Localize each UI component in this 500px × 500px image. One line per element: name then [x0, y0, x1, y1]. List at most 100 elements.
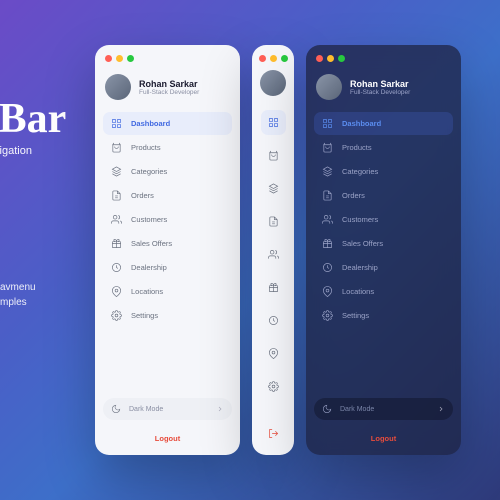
bag-icon: [268, 150, 279, 161]
minimize-dot[interactable]: [116, 55, 123, 62]
nav-item-pin[interactable]: [261, 341, 286, 366]
close-dot[interactable]: [316, 55, 323, 62]
nav-item-gear[interactable]: Settings: [103, 304, 232, 327]
nav-label: Dashboard: [342, 119, 381, 128]
nav-label: Settings: [342, 311, 369, 320]
nav-item-bag[interactable]: [261, 143, 286, 168]
nav-label: Categories: [131, 167, 167, 176]
nav-item-layers[interactable]: [261, 176, 286, 201]
pin-icon: [322, 286, 333, 297]
nav-label: Settings: [131, 311, 158, 320]
file-icon: [111, 190, 122, 201]
nav-item-layers[interactable]: Categories: [103, 160, 232, 183]
gift-icon: [268, 282, 279, 293]
gift-icon: [322, 238, 333, 249]
nav-list: Dashboard Products Categories Orders Custome…: [306, 112, 461, 392]
hero-title: eBar: [0, 95, 66, 143]
sidebar-dark: Rohan Sarkar Full-Stack Developer Dashbo…: [306, 45, 461, 455]
window-controls: [306, 55, 461, 70]
window-controls: [95, 55, 240, 70]
nav-item-clock[interactable]: Dealership: [103, 256, 232, 279]
profile-name: Rohan Sarkar: [350, 79, 410, 89]
nav-item-grid[interactable]: Dashboard: [314, 112, 453, 135]
maximize-dot[interactable]: [338, 55, 345, 62]
nav-item-file[interactable]: Orders: [103, 184, 232, 207]
nav-item-gear[interactable]: Settings: [314, 304, 453, 327]
nav-item-gift[interactable]: [261, 275, 286, 300]
nav-item-users[interactable]: [261, 242, 286, 267]
nav-item-clock[interactable]: Dealership: [314, 256, 453, 279]
moon-icon: [111, 404, 121, 414]
clock-icon: [322, 262, 333, 273]
maximize-dot[interactable]: [127, 55, 134, 62]
nav-item-gift[interactable]: Sales Offers: [103, 232, 232, 255]
nav-list: [261, 110, 286, 428]
nav-item-file[interactable]: Orders: [314, 184, 453, 207]
nav-label: Locations: [342, 287, 374, 296]
minimize-dot[interactable]: [327, 55, 334, 62]
gear-icon: [322, 310, 333, 321]
nav-label: Dealership: [131, 263, 167, 272]
nav-item-users[interactable]: Customers: [103, 208, 232, 231]
close-dot[interactable]: [259, 55, 266, 62]
nav-item-gift[interactable]: Sales Offers: [314, 232, 453, 255]
clock-icon: [268, 315, 279, 326]
chevron-right-icon: [216, 405, 224, 413]
nav-label: Customers: [342, 215, 378, 224]
layers-icon: [322, 166, 333, 177]
darkmode-toggle[interactable]: Dark Mode: [314, 398, 453, 420]
darkmode-label: Dark Mode: [340, 406, 429, 413]
pin-icon: [111, 286, 122, 297]
logout-button[interactable]: Logout: [95, 426, 240, 445]
maximize-dot[interactable]: [281, 55, 288, 62]
hero-subtitle: Navigation: [0, 145, 66, 157]
nav-item-bag[interactable]: Products: [314, 136, 453, 159]
nav-item-users[interactable]: Customers: [314, 208, 453, 231]
gear-icon: [268, 381, 279, 392]
nav-item-clock[interactable]: [261, 308, 286, 333]
logout-icon[interactable]: [268, 428, 279, 439]
nav-item-grid[interactable]: [261, 110, 286, 135]
minimize-dot[interactable]: [270, 55, 277, 62]
darkmode-label: Dark Mode: [129, 406, 208, 413]
nav-list: Dashboard Products Categories Orders Custome…: [95, 112, 240, 392]
nav-item-grid[interactable]: Dashboard: [103, 112, 232, 135]
sidebar-mini: [252, 45, 294, 455]
nav-label: Categories: [342, 167, 378, 176]
avatar[interactable]: [260, 70, 286, 96]
nav-label: Orders: [131, 191, 154, 200]
nav-label: Dealership: [342, 263, 378, 272]
nav-label: Sales Offers: [342, 239, 383, 248]
layers-icon: [268, 183, 279, 194]
pin-icon: [268, 348, 279, 359]
avatar: [316, 74, 342, 100]
nav-label: Locations: [131, 287, 163, 296]
grid-icon: [268, 117, 279, 128]
grid-icon: [322, 118, 333, 129]
nav-label: Orders: [342, 191, 365, 200]
clock-icon: [111, 262, 122, 273]
users-icon: [111, 214, 122, 225]
hero-desc-2: mples: [0, 295, 36, 310]
chevron-right-icon: [437, 405, 445, 413]
file-icon: [268, 216, 279, 227]
nav-item-pin[interactable]: Locations: [314, 280, 453, 303]
users-icon: [322, 214, 333, 225]
nav-item-file[interactable]: [261, 209, 286, 234]
nav-label: Products: [131, 143, 161, 152]
nav-item-layers[interactable]: Categories: [314, 160, 453, 183]
gift-icon: [111, 238, 122, 249]
nav-item-pin[interactable]: Locations: [103, 280, 232, 303]
profile[interactable]: Rohan Sarkar Full-Stack Developer: [306, 70, 461, 112]
sidebar-light: Rohan Sarkar Full-Stack Developer Dashbo…: [95, 45, 240, 455]
bag-icon: [322, 142, 333, 153]
nav-item-gear[interactable]: [261, 374, 286, 399]
logout-button[interactable]: Logout: [306, 426, 461, 445]
close-dot[interactable]: [105, 55, 112, 62]
avatar: [105, 74, 131, 100]
darkmode-toggle[interactable]: Dark Mode: [103, 398, 232, 420]
profile[interactable]: Rohan Sarkar Full-Stack Developer: [95, 70, 240, 112]
nav-label: Sales Offers: [131, 239, 172, 248]
nav-label: Customers: [131, 215, 167, 224]
nav-item-bag[interactable]: Products: [103, 136, 232, 159]
